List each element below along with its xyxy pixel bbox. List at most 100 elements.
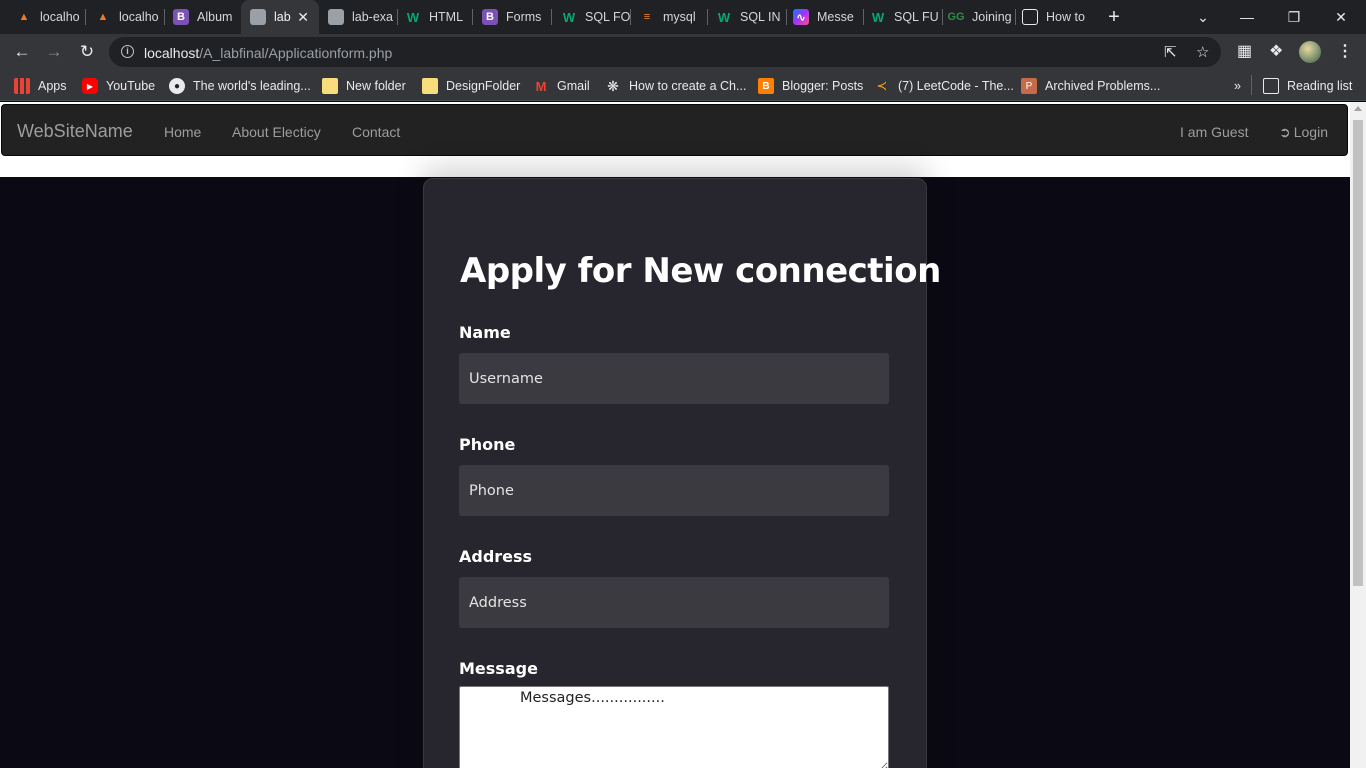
- scrollbar-thumb[interactable]: [1353, 120, 1363, 586]
- tab-title: lab-exa: [352, 10, 393, 24]
- site-info-icon[interactable]: i: [121, 45, 134, 58]
- bookmark-archived-problems[interactable]: P Archived Problems...: [1021, 77, 1160, 95]
- archive-icon: P: [1021, 78, 1037, 94]
- close-tab-icon[interactable]: ✕: [297, 9, 309, 26]
- reload-icon[interactable]: ↻: [75, 40, 99, 64]
- browser-tab[interactable]: ▲ localho: [8, 0, 86, 34]
- tab-title: localho: [119, 10, 159, 24]
- bookmark-youtube[interactable]: ▶ YouTube: [82, 77, 155, 95]
- page-viewport: WebSiteName Home About Electicy Contact …: [0, 102, 1350, 768]
- menu-kebab-icon[interactable]: ⋮: [1337, 41, 1353, 61]
- profile-avatar[interactable]: [1299, 41, 1321, 63]
- site-brand[interactable]: WebSiteName: [17, 121, 133, 142]
- browser-tab[interactable]: ≡ mysql: [632, 0, 708, 34]
- bookmark-apps[interactable]: Apps: [14, 77, 67, 95]
- address-input[interactable]: [459, 577, 889, 628]
- bookmark-star-icon[interactable]: ☆: [1196, 43, 1209, 61]
- browser-tab[interactable]: ∿ Messe: [788, 0, 864, 34]
- tab-title: Messe: [817, 10, 854, 24]
- url-text[interactable]: localhost/A_labfinal/Applicationform.php: [144, 45, 392, 61]
- bookmark-new-folder[interactable]: New folder: [322, 77, 406, 95]
- reading-list-icon: [1263, 78, 1279, 94]
- bookmark-leetcode[interactable]: ≺ (7) LeetCode - The...: [874, 77, 1014, 95]
- browser-tab[interactable]: W SQL FU: [865, 0, 943, 34]
- scroll-up-arrow-icon[interactable]: [1354, 106, 1362, 111]
- site-navbar: WebSiteName Home About Electicy Contact …: [1, 104, 1348, 156]
- browser-toolbar: ← → ↻ i localhost/A_labfinal/Application…: [0, 34, 1366, 70]
- nav-login-link[interactable]: ➲ Login: [1279, 124, 1328, 141]
- browser-tab[interactable]: W SQL IN: [709, 0, 787, 34]
- browser-tab[interactable]: How to: [1017, 0, 1095, 34]
- extension-grid-icon[interactable]: ▦: [1237, 41, 1252, 61]
- doc-icon: [1022, 9, 1038, 25]
- browser-tab[interactable]: ▲ localho: [87, 0, 165, 34]
- reading-list-label: Reading list: [1287, 79, 1353, 93]
- browser-tab[interactable]: lab-exa: [320, 0, 398, 34]
- minimize-icon[interactable]: —: [1224, 0, 1270, 34]
- nav-link-about[interactable]: About Electicy: [232, 124, 321, 140]
- tab-search-icon[interactable]: ⌄: [1180, 0, 1226, 34]
- folder-icon: [422, 78, 438, 94]
- phone-label: Phone: [459, 435, 516, 454]
- name-input[interactable]: [459, 353, 889, 404]
- bookmark-label: New folder: [346, 79, 406, 93]
- w3schools-icon: W: [406, 9, 420, 25]
- tab-title: mysql: [663, 10, 696, 24]
- url-path: /A_labfinal/Applicationform.php: [199, 45, 393, 61]
- bookmark-label: How to create a Ch...: [629, 79, 747, 93]
- browser-tab[interactable]: GG Joining: [944, 0, 1016, 34]
- message-textarea[interactable]: [459, 686, 889, 768]
- messenger-icon: ∿: [793, 9, 809, 25]
- bookmarks-bar: Apps ▶ YouTube ● The world's leading... …: [0, 70, 1366, 101]
- browser-tab[interactable]: B Forms: [474, 0, 552, 34]
- tab-title: SQL FO: [585, 10, 631, 24]
- geeksforgeeks-icon: GG: [947, 11, 965, 23]
- restore-icon[interactable]: ❐: [1271, 0, 1317, 34]
- reading-list-button[interactable]: Reading list: [1263, 77, 1352, 95]
- message-label: Message: [459, 659, 538, 678]
- bootstrap-icon: B: [482, 9, 498, 25]
- browser-tab-active[interactable]: lab ✕: [241, 0, 319, 34]
- new-tab-icon[interactable]: +: [1102, 5, 1126, 29]
- close-window-icon[interactable]: ✕: [1318, 0, 1364, 34]
- tab-title: Album: [197, 10, 233, 24]
- extensions-puzzle-icon[interactable]: ❖: [1269, 41, 1283, 61]
- back-icon[interactable]: ←: [10, 40, 34, 64]
- bookmark-label: (7) LeetCode - The...: [898, 79, 1014, 93]
- blogger-icon: B: [758, 78, 774, 94]
- tab-title: Joining: [972, 10, 1012, 24]
- address-bar[interactable]: i localhost/A_labfinal/Applicationform.p…: [109, 37, 1221, 67]
- forward-icon[interactable]: →: [42, 40, 66, 64]
- browser-tab[interactable]: B Album: [166, 0, 240, 34]
- bookmark-label: The world's leading...: [193, 79, 311, 93]
- bookmark-github[interactable]: ● The world's leading...: [169, 77, 311, 95]
- form-title: Apply for New connection: [460, 251, 941, 291]
- nav-link-contact[interactable]: Contact: [352, 124, 400, 140]
- bookmarks-overflow-button[interactable]: »: [1234, 77, 1241, 95]
- apps-icon: [14, 78, 30, 94]
- phone-input[interactable]: [459, 465, 889, 516]
- page-scrollbar[interactable]: [1350, 102, 1366, 768]
- xampp-icon: ▲: [97, 11, 109, 23]
- share-icon[interactable]: ⇱: [1164, 43, 1177, 61]
- leetcode-icon: ≺: [876, 78, 888, 93]
- bookmark-label: Gmail: [557, 79, 590, 93]
- address-label: Address: [459, 547, 533, 566]
- browser-tab[interactable]: W HTML: [399, 0, 473, 34]
- bookmark-blogger[interactable]: B Blogger: Posts: [758, 77, 863, 95]
- tab-strip: ▲ localho ▲ localho B Album lab ✕ lab-ex…: [0, 0, 1366, 34]
- bookmark-label: Apps: [38, 79, 67, 93]
- bookmark-label: Blogger: Posts: [782, 79, 864, 93]
- w3schools-icon: W: [717, 9, 731, 25]
- bookmark-designfolder[interactable]: DesignFolder: [422, 77, 520, 95]
- xampp-icon: ▲: [18, 11, 30, 23]
- browser-tab[interactable]: W SQL FO: [553, 0, 631, 34]
- login-label: Login: [1293, 124, 1328, 140]
- bookmark-codegrepper[interactable]: ❋ How to create a Ch...: [605, 77, 746, 95]
- nav-link-home[interactable]: Home: [164, 124, 201, 140]
- bookmark-gmail[interactable]: M Gmail: [533, 77, 590, 95]
- nav-guest-label: I am Guest: [1180, 124, 1249, 140]
- w3schools-icon: W: [871, 9, 885, 25]
- youtube-icon: ▶: [82, 78, 98, 94]
- chevron-double-right-icon: »: [1234, 79, 1241, 93]
